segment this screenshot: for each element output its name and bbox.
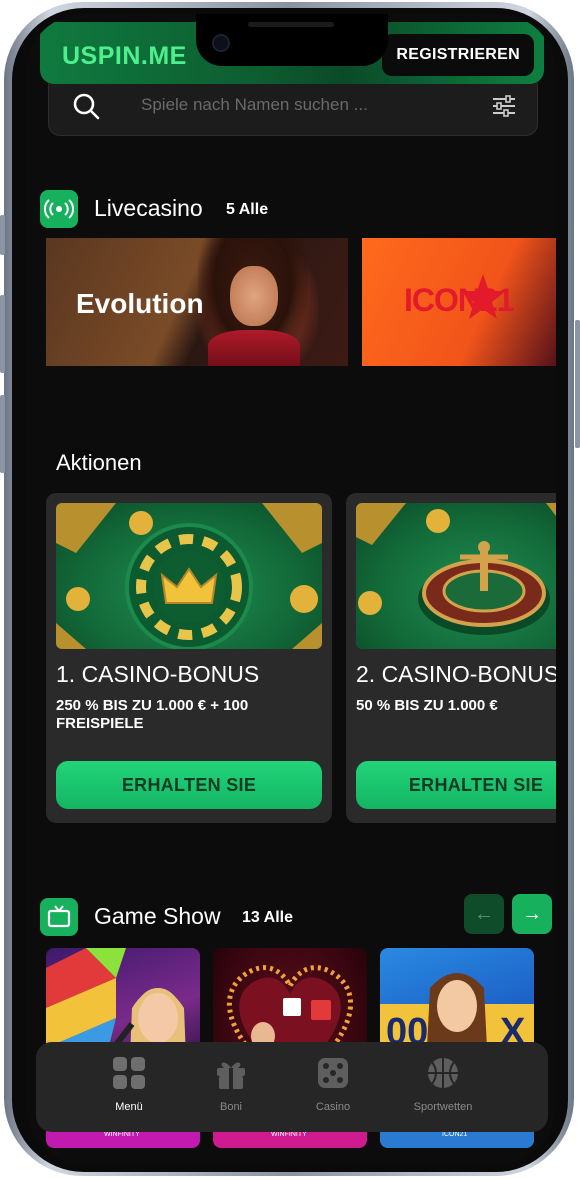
dealer-dress bbox=[208, 330, 300, 366]
phone-side-button bbox=[0, 215, 5, 255]
gameshow-count-link[interactable]: 13 Alle bbox=[242, 909, 293, 927]
nav-item-casino[interactable]: Casino bbox=[278, 1056, 388, 1113]
dealer-face bbox=[230, 266, 278, 326]
promo-card: 1. CASINO-BONUS 250 % BIS ZU 1.000 € + 1… bbox=[46, 493, 332, 823]
section-title-aktionen: Aktionen bbox=[56, 450, 142, 475]
live-broadcast-icon bbox=[40, 190, 78, 228]
gift-icon bbox=[217, 1062, 245, 1089]
search-input[interactable]: Spiele nach Namen suchen ... bbox=[141, 95, 368, 115]
carousel-next-button[interactable]: → bbox=[512, 894, 552, 934]
livecasino-count-link[interactable]: 5 Alle bbox=[226, 201, 268, 219]
register-button[interactable]: REGISTRIEREN bbox=[382, 34, 534, 76]
promo-description: 250 % BIS ZU 1.000 € + 100 FREISPIELE bbox=[56, 697, 249, 732]
poker-chip-crown-icon bbox=[56, 503, 322, 649]
phone-side-button bbox=[0, 395, 5, 473]
speaker bbox=[248, 22, 334, 27]
game-tile-label: ICON21 bbox=[442, 1131, 468, 1138]
provider-tile-evolution[interactable]: Evolution bbox=[46, 238, 348, 366]
game-tile-label: WINFINITY bbox=[271, 1131, 307, 1138]
promo-title: 1. CASINO-BONUS bbox=[56, 661, 260, 687]
promo-description: 50 % BIS ZU 1.000 € bbox=[356, 697, 498, 714]
filter-icon[interactable] bbox=[491, 93, 517, 119]
nav-item-menu[interactable]: Menü bbox=[74, 1056, 184, 1113]
basketball-icon bbox=[428, 1058, 458, 1088]
provider-name-icon21: ICON21 bbox=[404, 282, 515, 318]
nav-label: Casino bbox=[315, 1101, 351, 1113]
game-tile-label: WINFINITY bbox=[104, 1131, 140, 1138]
phone-side-button bbox=[0, 295, 5, 373]
section-title-gameshow: Game Show bbox=[94, 903, 221, 929]
promo-title: 2. CASINO-BONUS bbox=[356, 661, 556, 687]
nav-label: Menü bbox=[115, 1101, 143, 1113]
section-title-livecasino: Livecasino bbox=[94, 195, 203, 221]
roulette-wheel-icon bbox=[356, 503, 556, 635]
phone-side-button bbox=[575, 320, 580, 448]
nav-label: Sportwetten bbox=[413, 1101, 473, 1113]
search-icon bbox=[73, 93, 100, 120]
promo-image bbox=[56, 503, 322, 649]
camera-icon bbox=[212, 34, 230, 52]
provider-tile-icon21[interactable]: ICON21 bbox=[362, 238, 556, 366]
carousel-prev-button[interactable]: ← bbox=[464, 894, 504, 934]
nav-label: Boni bbox=[219, 1101, 243, 1113]
promo-card: 2. CASINO-BONUS 50 % BIS ZU 1.000 € ERHA… bbox=[346, 493, 556, 823]
promo-image bbox=[356, 503, 556, 649]
nav-item-boni[interactable]: Boni bbox=[176, 1056, 286, 1113]
grid-icon bbox=[113, 1057, 145, 1089]
logo[interactable]: USPIN.ME bbox=[62, 42, 187, 71]
dice-icon bbox=[318, 1058, 348, 1088]
bottom-navigation: Menü Boni Casino Sportwetten bbox=[36, 1042, 548, 1132]
tv-icon bbox=[40, 898, 78, 936]
claim-bonus-button[interactable]: ERHALTEN SIE bbox=[56, 761, 322, 809]
nav-item-sportwetten[interactable]: Sportwetten bbox=[388, 1056, 498, 1113]
provider-name-evolution: Evolution bbox=[76, 288, 204, 319]
claim-bonus-button[interactable]: ERHALTEN SIE bbox=[356, 761, 556, 809]
screen: Spiele nach Namen suchen ... USPIN.ME RE… bbox=[26, 14, 556, 1164]
